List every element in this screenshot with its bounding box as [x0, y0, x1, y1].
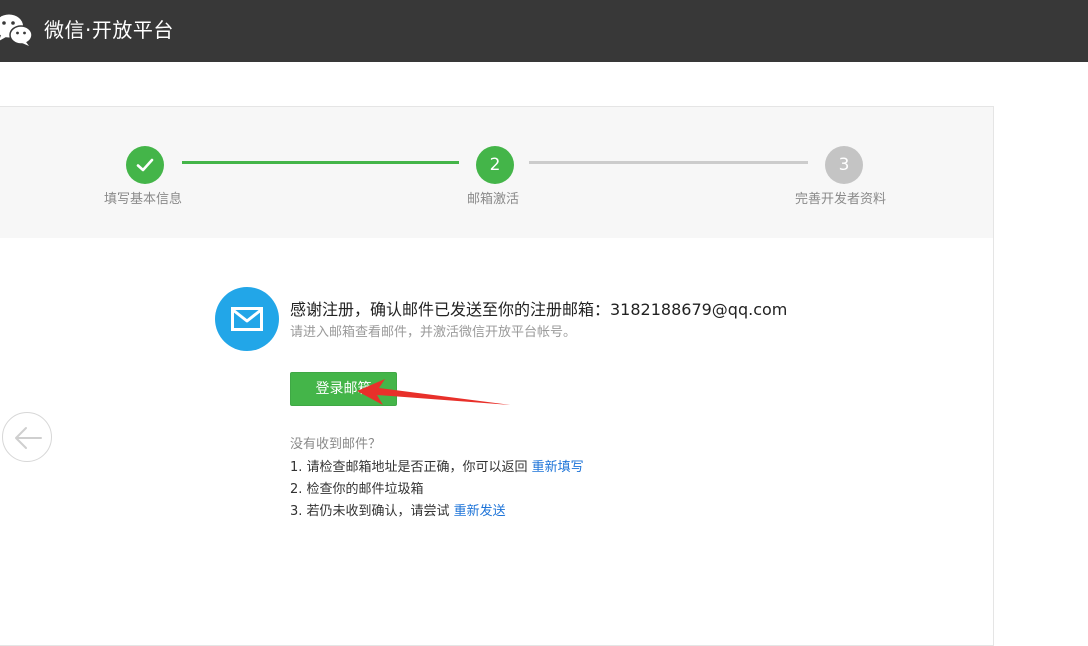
refill-link[interactable]: 重新填写 — [532, 460, 584, 475]
step-3-circle: 3 — [825, 146, 863, 184]
wechat-logo-icon — [0, 14, 32, 46]
step-progress: 2 3 填写基本信息 邮箱激活 完善开发者资料 — [0, 107, 993, 238]
confirmation-subtitle: 请进入邮箱查看邮件，并激活微信开放平台帐号。 — [290, 325, 577, 340]
registration-card: 2 3 填写基本信息 邮箱激活 完善开发者资料 感谢注册，确认邮件已发送至你的注… — [0, 106, 994, 646]
back-button[interactable] — [2, 412, 52, 462]
progress-line-pending — [529, 161, 808, 164]
confirmation-message: 感谢注册，确认邮件已发送至你的注册邮箱：3182188679@qq.com — [290, 300, 788, 319]
help-item-3: 3. 若仍未收到确认，请尝试 重新发送 — [290, 504, 506, 519]
step-1-label: 填写基本信息 — [104, 192, 183, 207]
red-arrow-annotation-icon — [357, 379, 511, 405]
arrow-left-icon — [15, 427, 42, 449]
step-1-circle — [126, 146, 164, 184]
envelope-icon — [231, 307, 263, 331]
step-3-label: 完善开发者资料 — [795, 192, 887, 207]
check-icon — [136, 158, 154, 172]
help-title: 没有收到邮件？ — [290, 437, 382, 452]
resend-link[interactable]: 重新发送 — [454, 504, 506, 519]
progress-line-completed — [182, 161, 459, 164]
help-item-1: 1. 请检查邮箱地址是否正确，你可以返回 重新填写 — [290, 460, 584, 475]
step-2-label: 邮箱激活 — [467, 192, 520, 207]
mail-icon — [215, 287, 279, 351]
top-bar: 微信·开放平台 — [0, 0, 1088, 62]
brand-title[interactable]: 微信·开放平台 — [44, 16, 174, 44]
step-2-circle: 2 — [476, 146, 514, 184]
help-item-2: 2. 检查你的邮件垃圾箱 — [290, 482, 424, 497]
